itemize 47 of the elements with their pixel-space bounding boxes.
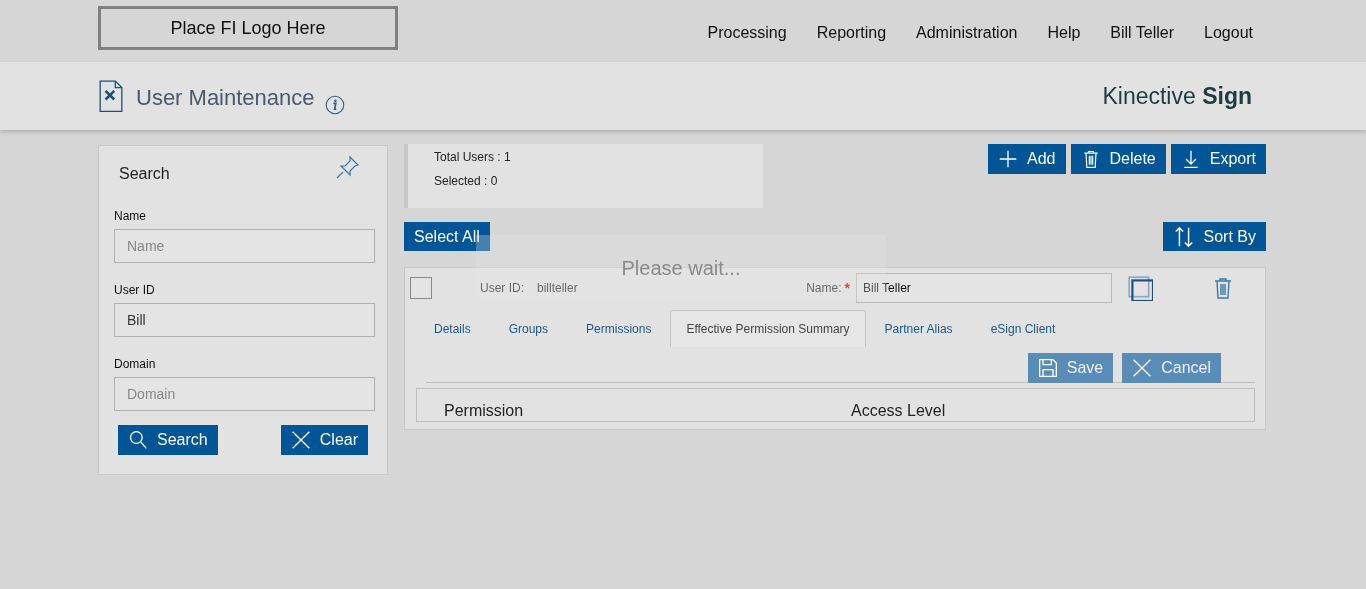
input-field[interactable]: Bill [114, 303, 375, 337]
field-label: User ID: [480, 281, 524, 295]
nav-link[interactable]: Administration [916, 24, 1018, 42]
input-field[interactable]: Domain [114, 377, 375, 411]
close-icon [290, 430, 311, 450]
nav-link[interactable]: Help [1047, 24, 1081, 42]
tab[interactable]: Groups [489, 310, 568, 347]
plus-icon [998, 149, 1019, 169]
clear-button[interactable]: Clear [280, 425, 368, 455]
document-tool-icon [98, 79, 124, 113]
tab[interactable]: eSign Client [971, 310, 1075, 347]
field-label: Name: [806, 281, 842, 295]
nav-link[interactable]: Reporting [816, 24, 887, 42]
copy-icon[interactable] [1127, 275, 1153, 301]
pushpin-icon[interactable] [336, 155, 360, 179]
page-title: User Maintenance [136, 85, 315, 111]
input-field[interactable]: Name [114, 229, 375, 263]
field-label: Name [114, 209, 147, 223]
required-mark: * [844, 280, 850, 296]
field-label: Domain [114, 357, 157, 371]
user-id-value: billteller [537, 281, 578, 295]
column-header: Access Level [851, 402, 946, 420]
text-input[interactable]: Bill Teller [856, 273, 1112, 303]
nav-link[interactable]: Processing [707, 24, 787, 42]
search-icon [128, 430, 148, 450]
info-icon[interactable] [324, 94, 345, 115]
sort-by-button[interactable]: Sort By [1162, 222, 1266, 251]
search-button[interactable]: Search [118, 425, 218, 455]
tab[interactable]: Partner Alias [865, 310, 972, 347]
selected-count: Selected : 0 [434, 174, 499, 188]
close-icon [1132, 358, 1153, 378]
nav-link[interactable]: Bill Teller [1110, 24, 1175, 42]
column-header: Permission [444, 402, 525, 420]
checkbox[interactable] [410, 277, 432, 299]
total-users-count: Total Users : 1 [434, 150, 512, 164]
export-button[interactable]: Export [1170, 144, 1266, 174]
add-button[interactable]: Add [988, 144, 1066, 174]
tab[interactable]: Effective Permission Summary [670, 310, 866, 347]
logo-placeholder-text: Place FI Logo Here [170, 17, 326, 39]
panel-title: Search [119, 165, 170, 183]
select-all-button[interactable]: Select All [404, 222, 490, 251]
tab[interactable]: Permissions [567, 310, 671, 347]
delete-button[interactable]: Delete [1070, 144, 1166, 174]
nav-link[interactable]: Logout [1204, 24, 1253, 42]
tab[interactable]: Details [415, 310, 490, 347]
brand-logo: Kinective Sign [1102, 82, 1252, 110]
field-label: User ID [114, 283, 156, 297]
